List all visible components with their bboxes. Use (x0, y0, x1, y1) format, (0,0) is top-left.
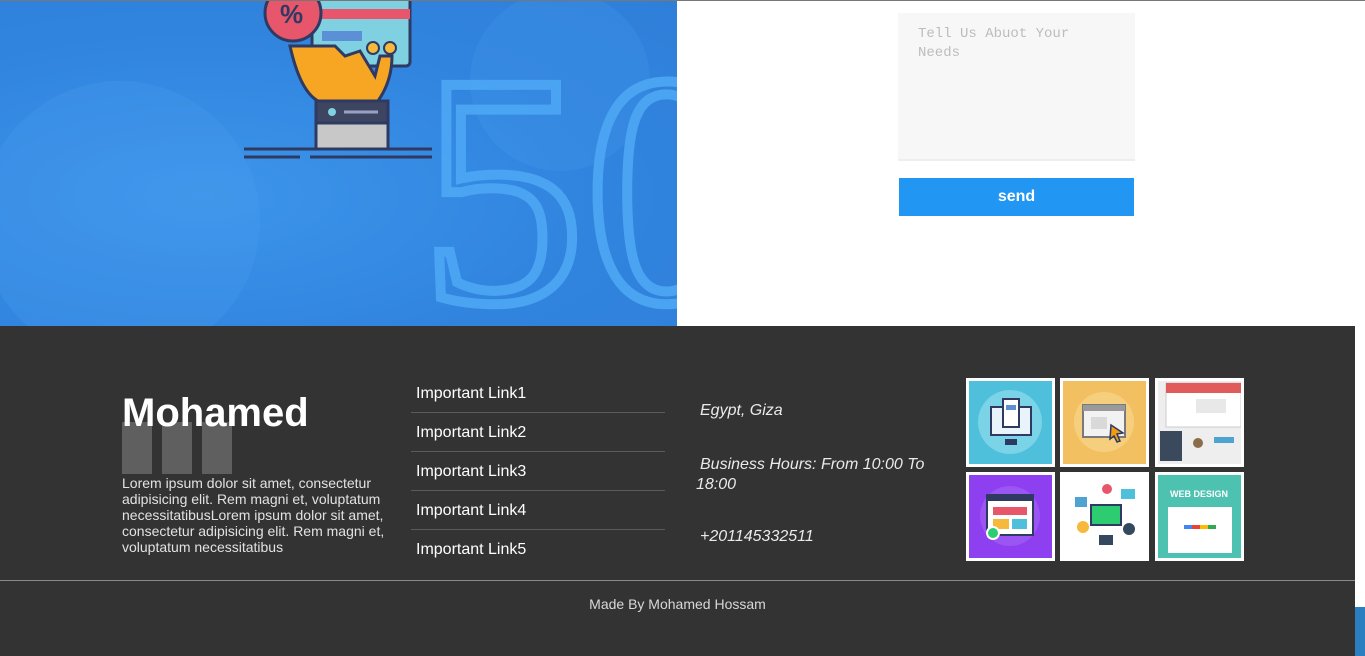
send-button[interactable]: send (899, 178, 1134, 216)
footer-link-1[interactable]: Important Link1 (411, 374, 665, 413)
web-design-caption: WEB DESIGN (1170, 489, 1228, 499)
footer: Mohamed Lorem ipsum dolor sit amet, cons… (0, 326, 1355, 656)
gallery-thumb-desk[interactable] (1155, 378, 1244, 467)
needs-textarea[interactable]: Tell Us Abuot Your Needs (898, 13, 1135, 161)
footer-link-5[interactable]: Important Link5 (411, 530, 665, 568)
footer-phone: +201145332511 (700, 528, 814, 545)
footer-link-3[interactable]: Important Link3 (411, 452, 665, 491)
footer-link-4[interactable]: Important Link4 (411, 491, 665, 530)
svg-text:%: % (280, 1, 303, 29)
footer-links: Important Link1 Important Link2 Importan… (411, 374, 665, 568)
footer-link-2[interactable]: Important Link2 (411, 413, 665, 452)
footer-divider (0, 580, 1355, 581)
footer-about-text: Lorem ipsum dolor sit amet, consectetur … (122, 475, 385, 555)
footer-brand-title: Mohamed (122, 391, 309, 435)
gallery-thumb-web-design[interactable]: WEB DESIGN (1155, 472, 1244, 561)
hero-image: 50 % (0, 1, 677, 326)
scroll-to-top-button[interactable] (1355, 607, 1365, 656)
footer-location: Egypt, Giza (700, 402, 783, 419)
hero-illustration: 50 % (0, 1, 677, 326)
gallery-thumb-marketing[interactable] (1060, 472, 1149, 561)
gallery-thumb-browser[interactable] (1060, 378, 1149, 467)
gallery-thumb-monitor[interactable] (966, 378, 1055, 467)
footer-credits: Made By Mohamed Hossam (589, 596, 766, 612)
gallery-thumb-layout[interactable] (966, 472, 1055, 561)
hero-decor-number: 50 (420, 8, 677, 326)
footer-business-hours: Business Hours: From 10:00 To 18:00 (696, 456, 925, 493)
